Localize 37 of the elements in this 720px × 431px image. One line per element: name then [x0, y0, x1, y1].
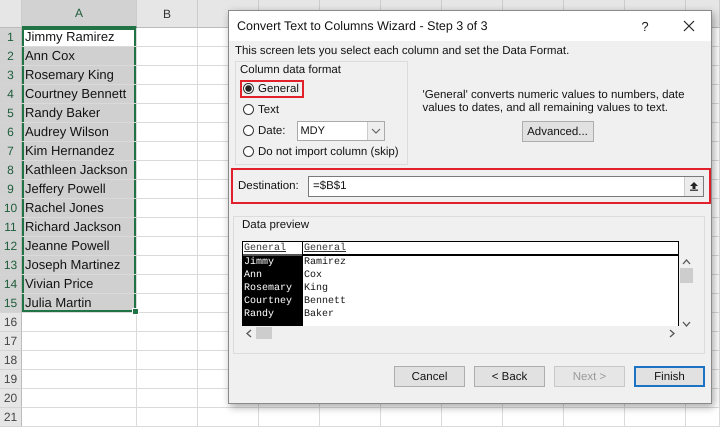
preview-cell-text: Cox [303, 269, 324, 282]
dropdown-value: MDY [300, 124, 326, 136]
preview-cell-text: King [303, 282, 330, 295]
table-cell: Richard Jackson [22, 218, 137, 237]
table-cell: Randy Baker [22, 104, 137, 123]
option-label: Date: [258, 124, 286, 136]
table-cell: Kim Hernandez [22, 142, 137, 161]
table-cell: Jimmy Ramirez [22, 28, 137, 47]
description-text: 'General' converts numeric values to numbers, date values to dates, and all remaining values to text. [422, 89, 686, 115]
table-cell: Jeffery Powell [22, 180, 137, 199]
option-label: Text [258, 104, 280, 116]
field-label: Destination: [238, 180, 300, 192]
option-label: General [258, 82, 299, 94]
window-title: Convert Text to Columns Wizard - Step 3 of 3 [237, 19, 489, 33]
table-cell: Ann Cox [22, 47, 137, 66]
table-cell: Rosemary King [22, 66, 137, 85]
group-label: Column data format [240, 64, 342, 76]
table-cell: Rachel Jones [22, 199, 137, 218]
table-cell: Kathleen Jackson [22, 161, 137, 180]
table-cell: Jeanne Powell [22, 237, 137, 256]
preview-cell-text: Baker [303, 308, 336, 321]
table-cell: Julia Martin [22, 294, 137, 313]
preview-cell-text: Jimmy [243, 256, 276, 269]
table-cell: Joseph Martinez [22, 256, 137, 275]
preview-cell-text: Courtney [243, 295, 294, 308]
preview-cell-text: Rosemary [243, 282, 294, 295]
table-cell: Vivian Price [22, 275, 137, 294]
option-label: Do not import column (skip) [258, 146, 399, 158]
preview-cell-text: Randy [243, 308, 276, 321]
preview-cell-text: Ann [243, 269, 264, 282]
field-value: =$B$1 [312, 178, 348, 194]
table-cell: Courtney Bennett [22, 85, 137, 104]
instruction-text: This screen lets you select each column and set the Data Format. [234, 45, 570, 57]
group-label: Data preview [242, 219, 310, 231]
table-cell: Audrey Wilson [22, 123, 137, 142]
preview-cell-text: Bennett [303, 295, 348, 308]
preview-cell-text: Ramirez [303, 256, 348, 269]
